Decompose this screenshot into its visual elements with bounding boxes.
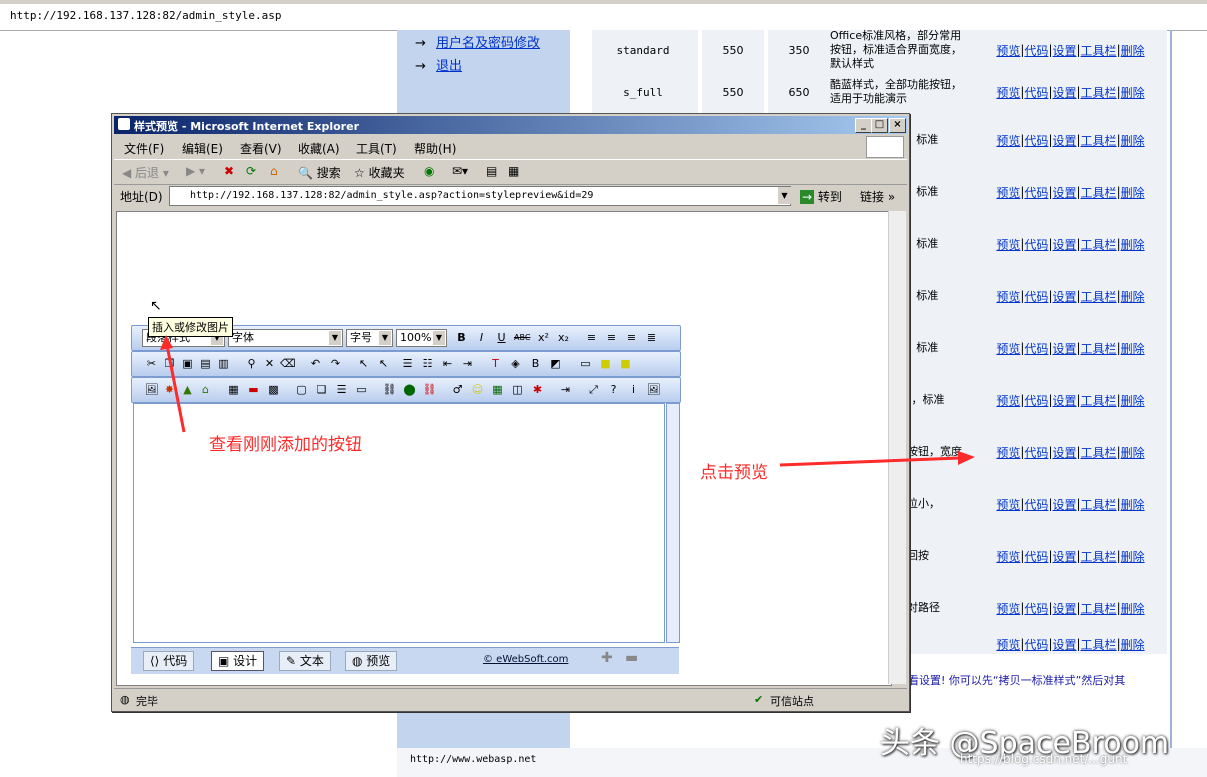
annotation-check-text: 查看刚刚添加的按钮 [209,435,362,455]
arrow-click-head [958,451,975,465]
annotation-arrows [160,335,975,467]
arrow-check-line [164,339,186,433]
arrow-click-line [779,456,961,467]
annotation-click-text: 点击预览 [700,463,768,483]
arrow-check-head [160,335,173,350]
watermark-subtext: https://blog.csdn.net/...gunt [960,752,1128,766]
